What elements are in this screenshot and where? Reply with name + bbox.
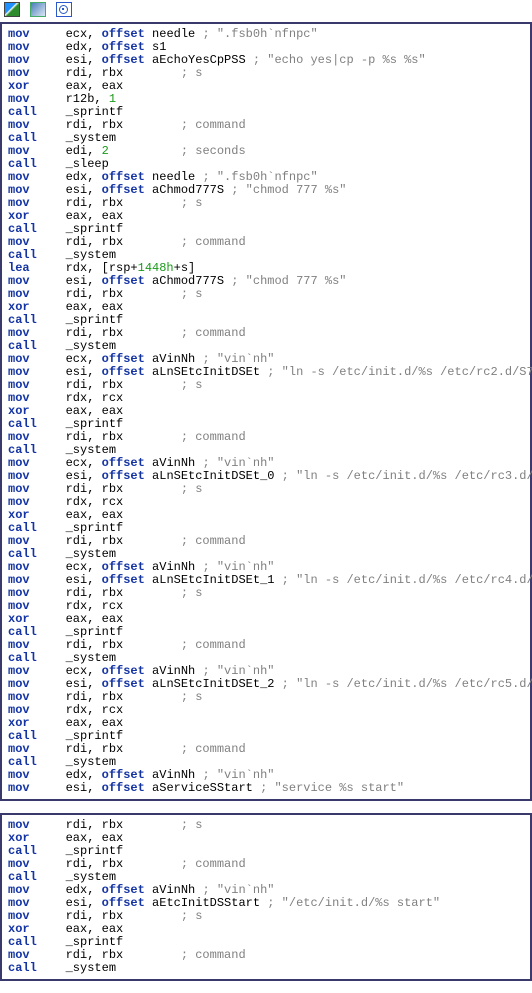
disassembly-view: mov ecx, offset needle ; ".fsb0h`nfnpc"m…: [0, 0, 532, 981]
toolbar: [0, 0, 532, 22]
code-block-2: mov rdi, rbx ; sxor eax, eaxcall _sprint…: [0, 813, 532, 981]
toolbar-icon-3[interactable]: [56, 2, 72, 17]
code-listing-2[interactable]: mov rdi, rbx ; sxor eax, eaxcall _sprint…: [2, 815, 530, 979]
code-listing-1[interactable]: mov ecx, offset needle ; ".fsb0h`nfnpc"m…: [2, 24, 530, 799]
code-block-1: mov ecx, offset needle ; ".fsb0h`nfnpc"m…: [0, 22, 532, 801]
toolbar-icon-2[interactable]: [30, 2, 46, 17]
asm-line: mov rdi, rbx ; command: [8, 949, 524, 962]
asm-line: mov esi, offset aServiceSStart ; "servic…: [8, 782, 524, 795]
toolbar-icon-1[interactable]: [4, 2, 20, 17]
asm-line: call _system: [8, 962, 524, 975]
